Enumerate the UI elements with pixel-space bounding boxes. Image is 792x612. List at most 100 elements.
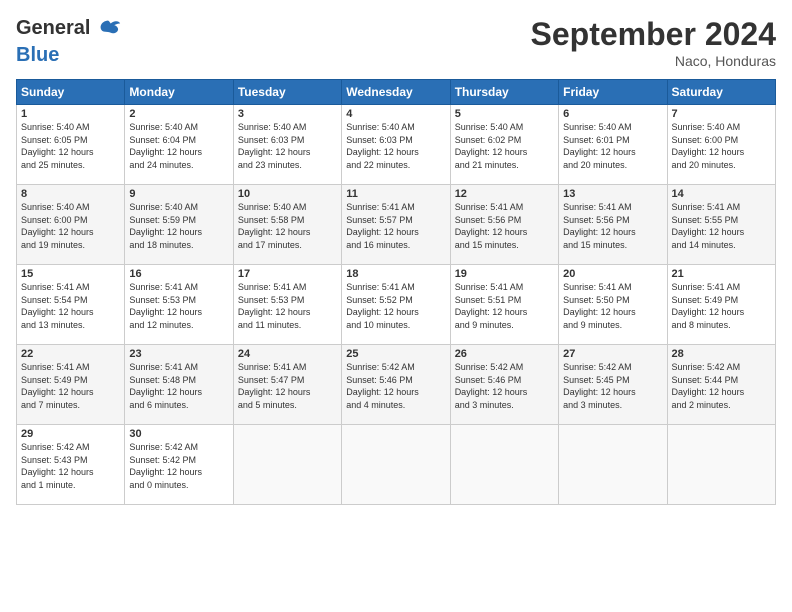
table-row: 11Sunrise: 5:41 AMSunset: 5:57 PMDayligh… bbox=[342, 185, 450, 265]
calendar: Sunday Monday Tuesday Wednesday Thursday… bbox=[16, 79, 776, 505]
table-row bbox=[342, 425, 450, 505]
day-number: 6 bbox=[563, 108, 662, 120]
table-row: 29Sunrise: 5:42 AMSunset: 5:43 PMDayligh… bbox=[17, 425, 125, 505]
table-row: 28Sunrise: 5:42 AMSunset: 5:44 PMDayligh… bbox=[667, 345, 775, 425]
day-number: 1 bbox=[21, 108, 120, 120]
table-row: 18Sunrise: 5:41 AMSunset: 5:52 PMDayligh… bbox=[342, 265, 450, 345]
day-number: 28 bbox=[672, 348, 771, 360]
col-monday: Monday bbox=[125, 80, 233, 105]
table-row bbox=[233, 425, 341, 505]
day-info: Sunrise: 5:40 AMSunset: 6:03 PMDaylight:… bbox=[346, 121, 445, 171]
calendar-week-row: 8Sunrise: 5:40 AMSunset: 6:00 PMDaylight… bbox=[17, 185, 776, 265]
table-row: 10Sunrise: 5:40 AMSunset: 5:58 PMDayligh… bbox=[233, 185, 341, 265]
day-number: 26 bbox=[455, 348, 554, 360]
day-info: Sunrise: 5:41 AMSunset: 5:51 PMDaylight:… bbox=[455, 281, 554, 331]
day-info: Sunrise: 5:41 AMSunset: 5:50 PMDaylight:… bbox=[563, 281, 662, 331]
title-section: September 2024 Naco, Honduras bbox=[531, 16, 776, 69]
day-info: Sunrise: 5:41 AMSunset: 5:48 PMDaylight:… bbox=[129, 361, 228, 411]
calendar-header-row: Sunday Monday Tuesday Wednesday Thursday… bbox=[17, 80, 776, 105]
day-info: Sunrise: 5:42 AMSunset: 5:46 PMDaylight:… bbox=[455, 361, 554, 411]
table-row: 14Sunrise: 5:41 AMSunset: 5:55 PMDayligh… bbox=[667, 185, 775, 265]
table-row bbox=[667, 425, 775, 505]
day-info: Sunrise: 5:42 AMSunset: 5:46 PMDaylight:… bbox=[346, 361, 445, 411]
col-friday: Friday bbox=[559, 80, 667, 105]
table-row: 13Sunrise: 5:41 AMSunset: 5:56 PMDayligh… bbox=[559, 185, 667, 265]
table-row: 17Sunrise: 5:41 AMSunset: 5:53 PMDayligh… bbox=[233, 265, 341, 345]
day-info: Sunrise: 5:40 AMSunset: 5:59 PMDaylight:… bbox=[129, 201, 228, 251]
table-row: 6Sunrise: 5:40 AMSunset: 6:01 PMDaylight… bbox=[559, 105, 667, 185]
table-row: 12Sunrise: 5:41 AMSunset: 5:56 PMDayligh… bbox=[450, 185, 558, 265]
table-row: 16Sunrise: 5:41 AMSunset: 5:53 PMDayligh… bbox=[125, 265, 233, 345]
table-row: 27Sunrise: 5:42 AMSunset: 5:45 PMDayligh… bbox=[559, 345, 667, 425]
month-title: September 2024 bbox=[531, 16, 776, 53]
day-info: Sunrise: 5:40 AMSunset: 5:58 PMDaylight:… bbox=[238, 201, 337, 251]
day-number: 19 bbox=[455, 268, 554, 280]
col-thursday: Thursday bbox=[450, 80, 558, 105]
day-info: Sunrise: 5:41 AMSunset: 5:55 PMDaylight:… bbox=[672, 201, 771, 251]
day-info: Sunrise: 5:41 AMSunset: 5:54 PMDaylight:… bbox=[21, 281, 120, 331]
day-info: Sunrise: 5:41 AMSunset: 5:53 PMDaylight:… bbox=[129, 281, 228, 331]
day-info: Sunrise: 5:42 AMSunset: 5:44 PMDaylight:… bbox=[672, 361, 771, 411]
table-row: 1Sunrise: 5:40 AMSunset: 6:05 PMDaylight… bbox=[17, 105, 125, 185]
day-number: 5 bbox=[455, 108, 554, 120]
day-info: Sunrise: 5:40 AMSunset: 6:02 PMDaylight:… bbox=[455, 121, 554, 171]
col-saturday: Saturday bbox=[667, 80, 775, 105]
day-info: Sunrise: 5:41 AMSunset: 5:56 PMDaylight:… bbox=[563, 201, 662, 251]
table-row bbox=[559, 425, 667, 505]
day-info: Sunrise: 5:42 AMSunset: 5:42 PMDaylight:… bbox=[129, 441, 228, 491]
table-row: 3Sunrise: 5:40 AMSunset: 6:03 PMDaylight… bbox=[233, 105, 341, 185]
calendar-week-row: 1Sunrise: 5:40 AMSunset: 6:05 PMDaylight… bbox=[17, 105, 776, 185]
day-number: 15 bbox=[21, 268, 120, 280]
table-row: 30Sunrise: 5:42 AMSunset: 5:42 PMDayligh… bbox=[125, 425, 233, 505]
day-info: Sunrise: 5:41 AMSunset: 5:57 PMDaylight:… bbox=[346, 201, 445, 251]
day-number: 7 bbox=[672, 108, 771, 120]
logo: General Blue bbox=[16, 16, 122, 66]
table-row: 4Sunrise: 5:40 AMSunset: 6:03 PMDaylight… bbox=[342, 105, 450, 185]
day-number: 11 bbox=[346, 188, 445, 200]
day-number: 9 bbox=[129, 188, 228, 200]
calendar-week-row: 15Sunrise: 5:41 AMSunset: 5:54 PMDayligh… bbox=[17, 265, 776, 345]
day-number: 8 bbox=[21, 188, 120, 200]
day-number: 3 bbox=[238, 108, 337, 120]
day-number: 20 bbox=[563, 268, 662, 280]
day-info: Sunrise: 5:42 AMSunset: 5:45 PMDaylight:… bbox=[563, 361, 662, 411]
day-number: 22 bbox=[21, 348, 120, 360]
table-row: 22Sunrise: 5:41 AMSunset: 5:49 PMDayligh… bbox=[17, 345, 125, 425]
day-info: Sunrise: 5:41 AMSunset: 5:53 PMDaylight:… bbox=[238, 281, 337, 331]
col-wednesday: Wednesday bbox=[342, 80, 450, 105]
day-number: 14 bbox=[672, 188, 771, 200]
header: General Blue September 2024 Naco, Hondur… bbox=[16, 16, 776, 69]
day-info: Sunrise: 5:40 AMSunset: 6:00 PMDaylight:… bbox=[672, 121, 771, 171]
day-info: Sunrise: 5:41 AMSunset: 5:47 PMDaylight:… bbox=[238, 361, 337, 411]
day-number: 17 bbox=[238, 268, 337, 280]
table-row: 8Sunrise: 5:40 AMSunset: 6:00 PMDaylight… bbox=[17, 185, 125, 265]
day-number: 21 bbox=[672, 268, 771, 280]
day-number: 18 bbox=[346, 268, 445, 280]
day-number: 23 bbox=[129, 348, 228, 360]
logo-blue: Blue bbox=[16, 44, 122, 66]
table-row: 15Sunrise: 5:41 AMSunset: 5:54 PMDayligh… bbox=[17, 265, 125, 345]
day-info: Sunrise: 5:40 AMSunset: 6:05 PMDaylight:… bbox=[21, 121, 120, 171]
table-row: 19Sunrise: 5:41 AMSunset: 5:51 PMDayligh… bbox=[450, 265, 558, 345]
page: General Blue September 2024 Naco, Hondur… bbox=[0, 0, 792, 612]
day-info: Sunrise: 5:40 AMSunset: 6:03 PMDaylight:… bbox=[238, 121, 337, 171]
day-info: Sunrise: 5:40 AMSunset: 6:04 PMDaylight:… bbox=[129, 121, 228, 171]
day-number: 30 bbox=[129, 428, 228, 440]
day-number: 12 bbox=[455, 188, 554, 200]
calendar-week-row: 22Sunrise: 5:41 AMSunset: 5:49 PMDayligh… bbox=[17, 345, 776, 425]
day-info: Sunrise: 5:40 AMSunset: 6:01 PMDaylight:… bbox=[563, 121, 662, 171]
logo-bird-icon bbox=[94, 16, 122, 44]
day-number: 29 bbox=[21, 428, 120, 440]
calendar-week-row: 29Sunrise: 5:42 AMSunset: 5:43 PMDayligh… bbox=[17, 425, 776, 505]
table-row: 24Sunrise: 5:41 AMSunset: 5:47 PMDayligh… bbox=[233, 345, 341, 425]
day-number: 2 bbox=[129, 108, 228, 120]
table-row: 20Sunrise: 5:41 AMSunset: 5:50 PMDayligh… bbox=[559, 265, 667, 345]
day-info: Sunrise: 5:41 AMSunset: 5:52 PMDaylight:… bbox=[346, 281, 445, 331]
table-row: 26Sunrise: 5:42 AMSunset: 5:46 PMDayligh… bbox=[450, 345, 558, 425]
day-info: Sunrise: 5:41 AMSunset: 5:49 PMDaylight:… bbox=[672, 281, 771, 331]
day-number: 27 bbox=[563, 348, 662, 360]
col-sunday: Sunday bbox=[17, 80, 125, 105]
day-info: Sunrise: 5:40 AMSunset: 6:00 PMDaylight:… bbox=[21, 201, 120, 251]
day-number: 10 bbox=[238, 188, 337, 200]
table-row: 2Sunrise: 5:40 AMSunset: 6:04 PMDaylight… bbox=[125, 105, 233, 185]
